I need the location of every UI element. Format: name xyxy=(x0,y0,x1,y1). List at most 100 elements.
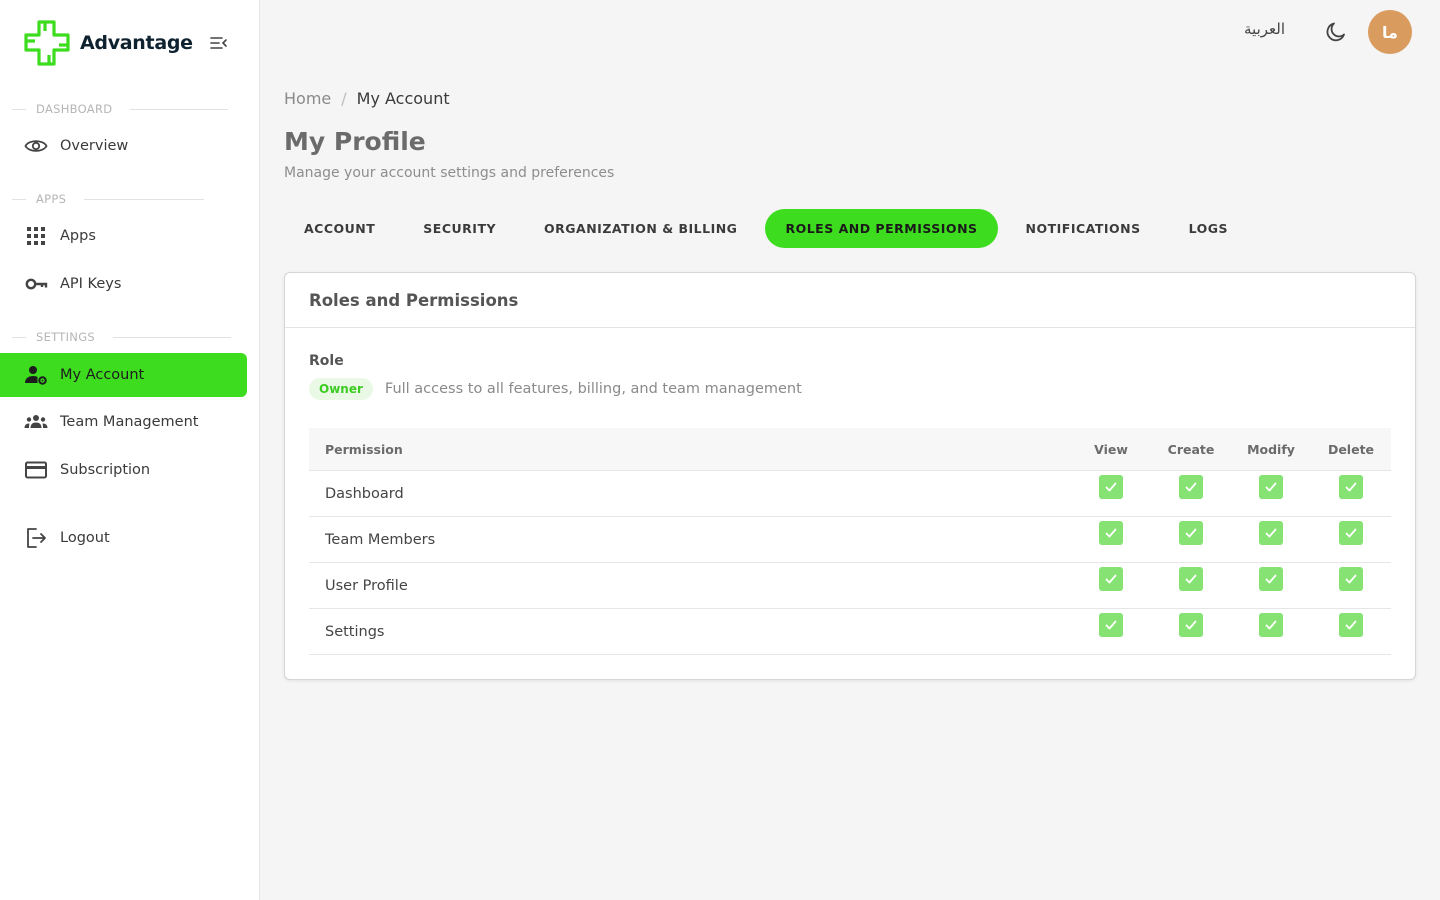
checkbox-view[interactable] xyxy=(1099,474,1123,499)
permissions-table: Permission View Create Modify Delete Das… xyxy=(309,428,1391,655)
credit-card-icon xyxy=(24,458,48,482)
checkbox-create[interactable] xyxy=(1179,474,1203,499)
tab-roles-permissions[interactable]: ROLES AND PERMISSIONS xyxy=(765,209,998,248)
table-row: Team Members xyxy=(309,517,1391,563)
checkbox-create[interactable] xyxy=(1179,520,1203,545)
checkbox-view[interactable] xyxy=(1099,520,1123,545)
sidebar-item-label: Logout xyxy=(60,530,110,546)
avatar[interactable]: ما xyxy=(1368,10,1412,54)
permission-name: User Profile xyxy=(325,577,408,594)
tab-logs[interactable]: LOGS xyxy=(1169,209,1248,248)
card-title: Roles and Permissions xyxy=(285,273,1415,328)
check-icon xyxy=(1265,482,1277,491)
tab-organization-billing[interactable]: ORGANIZATION & BILLING xyxy=(524,209,757,248)
permission-cell-modify xyxy=(1231,474,1311,499)
checkbox-view[interactable] xyxy=(1099,612,1123,637)
sidebar-item-my-account[interactable]: My Account xyxy=(0,353,247,397)
permission-cell-create xyxy=(1151,474,1231,499)
sidebar-item-overview[interactable]: Overview xyxy=(0,124,247,168)
breadcrumb: Home / My Account xyxy=(284,89,450,108)
check-icon xyxy=(1105,482,1117,491)
check-icon xyxy=(1185,482,1197,491)
breadcrumb-current: My Account xyxy=(356,89,450,108)
page-title: My Profile xyxy=(284,127,426,156)
permission-cell-delete xyxy=(1311,474,1391,499)
sidebar-item-subscription[interactable]: Subscription xyxy=(0,448,247,492)
sidebar-item-apps[interactable]: Apps xyxy=(0,214,247,258)
sidebar-item-logout[interactable]: Logout xyxy=(0,516,247,560)
profile-tabs: ACCOUNT SECURITY ORGANIZATION & BILLING … xyxy=(284,209,1256,248)
permission-cell-modify xyxy=(1231,520,1311,545)
permission-cell-create xyxy=(1151,566,1231,591)
checkbox-delete[interactable] xyxy=(1339,612,1363,637)
checkbox-view[interactable] xyxy=(1099,566,1123,591)
tab-security[interactable]: SECURITY xyxy=(403,209,516,248)
breadcrumb-separator: / xyxy=(341,89,347,108)
tab-notifications[interactable]: NOTIFICATIONS xyxy=(1006,209,1161,248)
table-row: Settings xyxy=(309,609,1391,655)
checkbox-delete[interactable] xyxy=(1339,474,1363,499)
breadcrumb-home[interactable]: Home xyxy=(284,89,331,108)
tab-account[interactable]: ACCOUNT xyxy=(284,209,395,248)
checkbox-delete[interactable] xyxy=(1339,520,1363,545)
check-icon xyxy=(1185,528,1197,537)
sidebar-item-team-management[interactable]: Team Management xyxy=(0,400,247,444)
sidebar-item-label: Team Management xyxy=(60,414,199,430)
app-logo[interactable]: Advantage xyxy=(23,19,193,67)
checkbox-modify[interactable] xyxy=(1259,520,1283,545)
permission-name: Settings xyxy=(325,623,385,640)
permission-name: Dashboard xyxy=(325,485,404,502)
column-header-permission: Permission xyxy=(325,441,403,457)
permission-cell-delete xyxy=(1311,566,1391,591)
permission-cell-view xyxy=(1071,566,1151,591)
team-icon xyxy=(24,410,48,434)
check-icon xyxy=(1105,620,1117,629)
check-icon xyxy=(1345,620,1357,629)
sidebar-item-label: Overview xyxy=(60,138,129,154)
check-icon xyxy=(1345,574,1357,583)
page-subtitle: Manage your account settings and prefere… xyxy=(284,165,615,181)
column-header-delete: Delete xyxy=(1327,441,1375,457)
collapse-sidebar-icon[interactable] xyxy=(208,34,228,52)
section-apps: APPS xyxy=(12,192,205,206)
check-icon xyxy=(1345,528,1357,537)
checkbox-create[interactable] xyxy=(1179,566,1203,591)
checkbox-modify[interactable] xyxy=(1259,612,1283,637)
check-icon xyxy=(1265,574,1277,583)
language-switch[interactable]: العربية xyxy=(1244,20,1285,38)
permission-cell-view xyxy=(1071,520,1151,545)
sidebar-item-label: Subscription xyxy=(60,462,151,478)
logo-icon xyxy=(24,20,70,66)
key-icon xyxy=(24,272,48,296)
column-header-create: Create xyxy=(1167,441,1215,457)
app-name: Advantage xyxy=(80,32,193,54)
section-dashboard: DASHBOARD xyxy=(12,102,229,116)
permission-cell-view xyxy=(1071,474,1151,499)
user-settings-icon xyxy=(24,363,48,387)
permission-name: Team Members xyxy=(325,531,436,548)
table-row: User Profile xyxy=(309,563,1391,609)
sidebar-item-label: My Account xyxy=(60,367,145,383)
checkbox-modify[interactable] xyxy=(1259,566,1283,591)
role-description: Full access to all features, billing, an… xyxy=(384,381,802,397)
column-header-modify: Modify xyxy=(1247,441,1295,457)
column-header-view: View xyxy=(1094,441,1128,457)
check-icon xyxy=(1265,528,1277,537)
check-icon xyxy=(1345,482,1357,491)
permission-cell-modify xyxy=(1231,566,1311,591)
check-icon xyxy=(1185,574,1197,583)
sidebar: Advantage DASHBOARD Overview APPS Apps A… xyxy=(0,0,260,900)
checkbox-delete[interactable] xyxy=(1339,566,1363,591)
sidebar-item-api-keys[interactable]: API Keys xyxy=(0,262,247,306)
checkbox-create[interactable] xyxy=(1179,612,1203,637)
role-badge: Owner xyxy=(309,378,373,400)
checkbox-modify[interactable] xyxy=(1259,474,1283,499)
section-settings: SETTINGS xyxy=(12,330,232,344)
dark-mode-icon[interactable] xyxy=(1324,20,1348,44)
roles-permissions-card: Roles and Permissions Role Owner Full ac… xyxy=(284,272,1416,680)
role-row: Owner Full access to all features, billi… xyxy=(309,378,802,400)
table-row: Dashboard xyxy=(309,471,1391,517)
avatar-initials: ما xyxy=(1382,22,1398,42)
check-icon xyxy=(1265,620,1277,629)
permission-cell-create xyxy=(1151,612,1231,637)
